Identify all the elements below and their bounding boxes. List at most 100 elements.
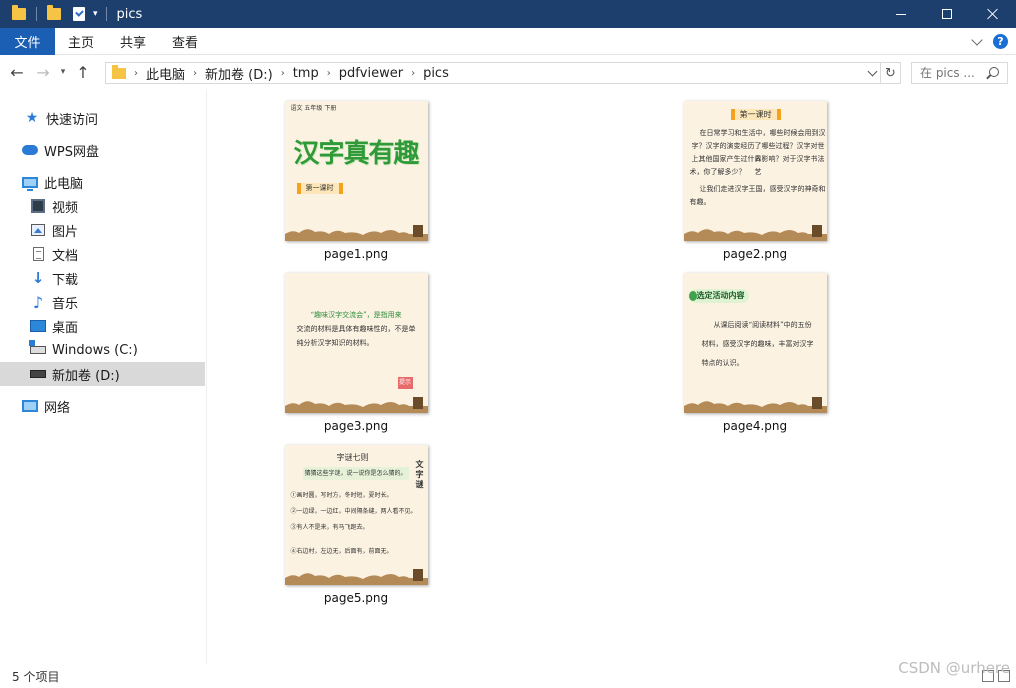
close-button[interactable] xyxy=(970,0,1016,28)
sidebar-item-wps-cloud[interactable]: WPS网盘 xyxy=(0,138,205,162)
refresh-button[interactable]: ↻ xyxy=(881,62,901,84)
sidebar-item-videos[interactable]: 视频 xyxy=(0,194,205,218)
thumb-text-line: ④右边村，左边无，后面有，前面无。 xyxy=(290,548,393,555)
thumb-text-line: 术，你了解多少？ xyxy=(689,168,746,176)
file-name: page5.png xyxy=(323,591,389,605)
file-name: page3.png xyxy=(323,419,389,433)
breadcrumb-separator-icon[interactable]: › xyxy=(193,68,197,79)
sidebar-item-label: 音乐 xyxy=(52,296,79,312)
back-button[interactable]: ← xyxy=(4,55,30,89)
pictures-icon xyxy=(30,222,46,238)
thumb-text-line: 交流的材料是具体有趣味性的，不是单 xyxy=(296,325,416,333)
sidebar-item-quick-access[interactable]: ★ 快速访问 xyxy=(0,106,205,130)
recent-locations-dropdown-icon[interactable]: ▾ xyxy=(56,67,70,77)
sidebar-item-desktop[interactable]: 桌面 xyxy=(0,314,205,338)
file-item[interactable]: 语文 五年级 下册 汉字真有趣 第一课时 page1.png xyxy=(281,101,431,261)
sidebar-item-downloads[interactable]: ↓ 下载 xyxy=(0,266,205,290)
folder-icon xyxy=(112,64,126,79)
folder-icon xyxy=(12,5,26,20)
video-icon xyxy=(30,198,46,214)
file-name: page2.png xyxy=(722,247,788,261)
thumbnail: 字谜七则 文字谜 猜猜这些字谜，说一说你是怎么猜的。 ①画时圆，写时方，冬时短，… xyxy=(284,445,428,585)
tip-badge: 提示 xyxy=(397,377,413,389)
mountain-decoration xyxy=(683,225,827,241)
file-item[interactable]: “趣味汉字交流会”，是指用来 交流的材料是具体有趣味性的，不是单 纯分析汉字知识… xyxy=(281,273,431,433)
address-bar[interactable]: › 此电脑 › 新加卷 (D:) › tmp › pdfviewer › pic… xyxy=(105,62,881,84)
help-icon[interactable]: ? xyxy=(993,34,1008,49)
maximize-button[interactable] xyxy=(924,0,970,28)
breadcrumb-drive-d[interactable]: 新加卷 (D:) xyxy=(205,64,273,83)
tab-view[interactable]: 查看 xyxy=(159,28,211,55)
thumb-text-line: 从课后阅读“阅读材料”中的五份 xyxy=(713,321,812,329)
sidebar-item-drive-d[interactable]: 新加卷 (D:) xyxy=(0,362,205,386)
search-box[interactable] xyxy=(911,62,1008,84)
sidebar-item-network[interactable]: 网络 xyxy=(0,394,205,418)
tab-share[interactable]: 共享 xyxy=(107,28,159,55)
file-item[interactable]: 选定活动内容 从课后阅读“阅读材料”中的五份 材料，感受汉字的趣味，丰富对汉字 … xyxy=(680,273,830,433)
customize-toolbar-dropdown-icon[interactable]: ▾ xyxy=(93,9,98,19)
thumb-tag: 选定活动内容 xyxy=(688,289,749,303)
properties-icon[interactable] xyxy=(73,7,85,21)
thumb-title: 汉字真有趣 xyxy=(293,139,419,169)
thumbnail: 第一课时 在日常学习和生活中，哪些时候会用到汉 字？汉字的演变经历了哪些过程？汉… xyxy=(683,101,827,241)
status-bar: 5 个项目 xyxy=(0,664,1016,688)
sidebar-item-label: WPS网盘 xyxy=(44,144,99,160)
tab-file[interactable]: 文件 xyxy=(0,27,55,55)
breadcrumb-pdfviewer[interactable]: pdfviewer xyxy=(339,66,403,81)
navigation-bar: ← → ▾ ↑ › 此电脑 › 新加卷 (D:) › tmp › pdfview… xyxy=(0,55,1016,89)
minimize-button[interactable] xyxy=(878,0,924,28)
sidebar-item-music[interactable]: ♪ 音乐 xyxy=(0,290,205,314)
breadcrumb-pics[interactable]: pics xyxy=(423,66,449,81)
breadcrumb-separator-icon[interactable]: › xyxy=(411,68,415,79)
close-icon xyxy=(987,8,999,20)
navigation-pane: ★ 快速访问 WPS网盘 此电脑 视频 图片 文档 ↓ 下载 ♪ 音乐 桌面 W… xyxy=(0,89,207,664)
breadcrumb-tmp[interactable]: tmp xyxy=(293,66,319,81)
window-title: pics xyxy=(116,6,143,22)
mountain-decoration xyxy=(284,397,428,413)
breadcrumb-this-pc[interactable]: 此电脑 xyxy=(146,64,185,83)
mountain-decoration xyxy=(683,397,827,413)
tab-share-label: 共享 xyxy=(120,35,147,51)
up-button[interactable]: ↑ xyxy=(70,55,96,89)
sidebar-item-label: 网络 xyxy=(44,400,71,416)
thumb-text-line: 纯分析汉字知识的材料。 xyxy=(296,339,374,347)
item-count: 5 个项目 xyxy=(12,669,60,684)
thumb-text-line: “趣味汉字交流会”，是指用来 xyxy=(310,311,402,319)
breadcrumb-separator-icon[interactable]: › xyxy=(134,68,138,79)
sidebar-item-this-pc[interactable]: 此电脑 xyxy=(0,170,205,194)
search-icon[interactable] xyxy=(989,67,999,77)
computer-icon xyxy=(22,174,38,191)
sidebar-item-documents[interactable]: 文档 xyxy=(0,242,205,266)
sidebar-item-label: Windows (C:) xyxy=(52,342,138,358)
file-item[interactable]: 字谜七则 文字谜 猜猜这些字谜，说一说你是怎么猜的。 ①画时圆，写时方，冬时短，… xyxy=(281,445,431,605)
sidebar-item-label: 快速访问 xyxy=(46,112,99,128)
thumb-banner: 第一课时 xyxy=(730,109,781,120)
tab-home[interactable]: 主页 xyxy=(55,28,107,55)
sidebar-item-label: 此电脑 xyxy=(44,176,84,192)
thumbnail: “趣味汉字交流会”，是指用来 交流的材料是具体有趣味性的，不是单 纯分析汉字知识… xyxy=(284,273,428,413)
sidebar-item-drive-c[interactable]: Windows (C:) xyxy=(0,338,205,362)
download-icon: ↓ xyxy=(31,269,45,287)
thumb-header: 语文 五年级 下册 xyxy=(290,105,337,112)
thumb-text-line: ①画时圆，写时方，冬时短，夏时长。 xyxy=(290,492,393,499)
sidebar-item-pictures[interactable]: 图片 xyxy=(0,218,205,242)
new-folder-icon[interactable] xyxy=(47,5,61,20)
expand-ribbon-icon[interactable] xyxy=(971,33,983,46)
breadcrumb-separator-icon[interactable]: › xyxy=(327,68,331,79)
file-item[interactable]: 第一课时 在日常学习和生活中，哪些时候会用到汉 字？汉字的演变经历了哪些过程？汉… xyxy=(680,101,830,261)
file-name: page4.png xyxy=(722,419,788,433)
thumb-banner: 第一课时 xyxy=(296,183,343,194)
sidebar-item-label: 图片 xyxy=(52,224,79,240)
breadcrumb-separator-icon[interactable]: › xyxy=(281,68,285,79)
search-input[interactable] xyxy=(920,66,984,80)
sidebar-item-label: 文档 xyxy=(52,248,79,264)
thumb-text-line: 让我们走进汉字王国，感受汉字的神奇和 xyxy=(699,185,826,193)
address-history-dropdown-icon[interactable] xyxy=(867,66,878,77)
toolbar-separator xyxy=(105,7,107,21)
mountain-decoration xyxy=(284,225,428,241)
forward-button[interactable]: → xyxy=(30,55,56,89)
tab-home-label: 主页 xyxy=(68,35,95,51)
file-name: page1.png xyxy=(323,247,389,261)
watermark: CSDN @urhere xyxy=(898,659,1010,677)
mountain-decoration xyxy=(284,569,428,585)
